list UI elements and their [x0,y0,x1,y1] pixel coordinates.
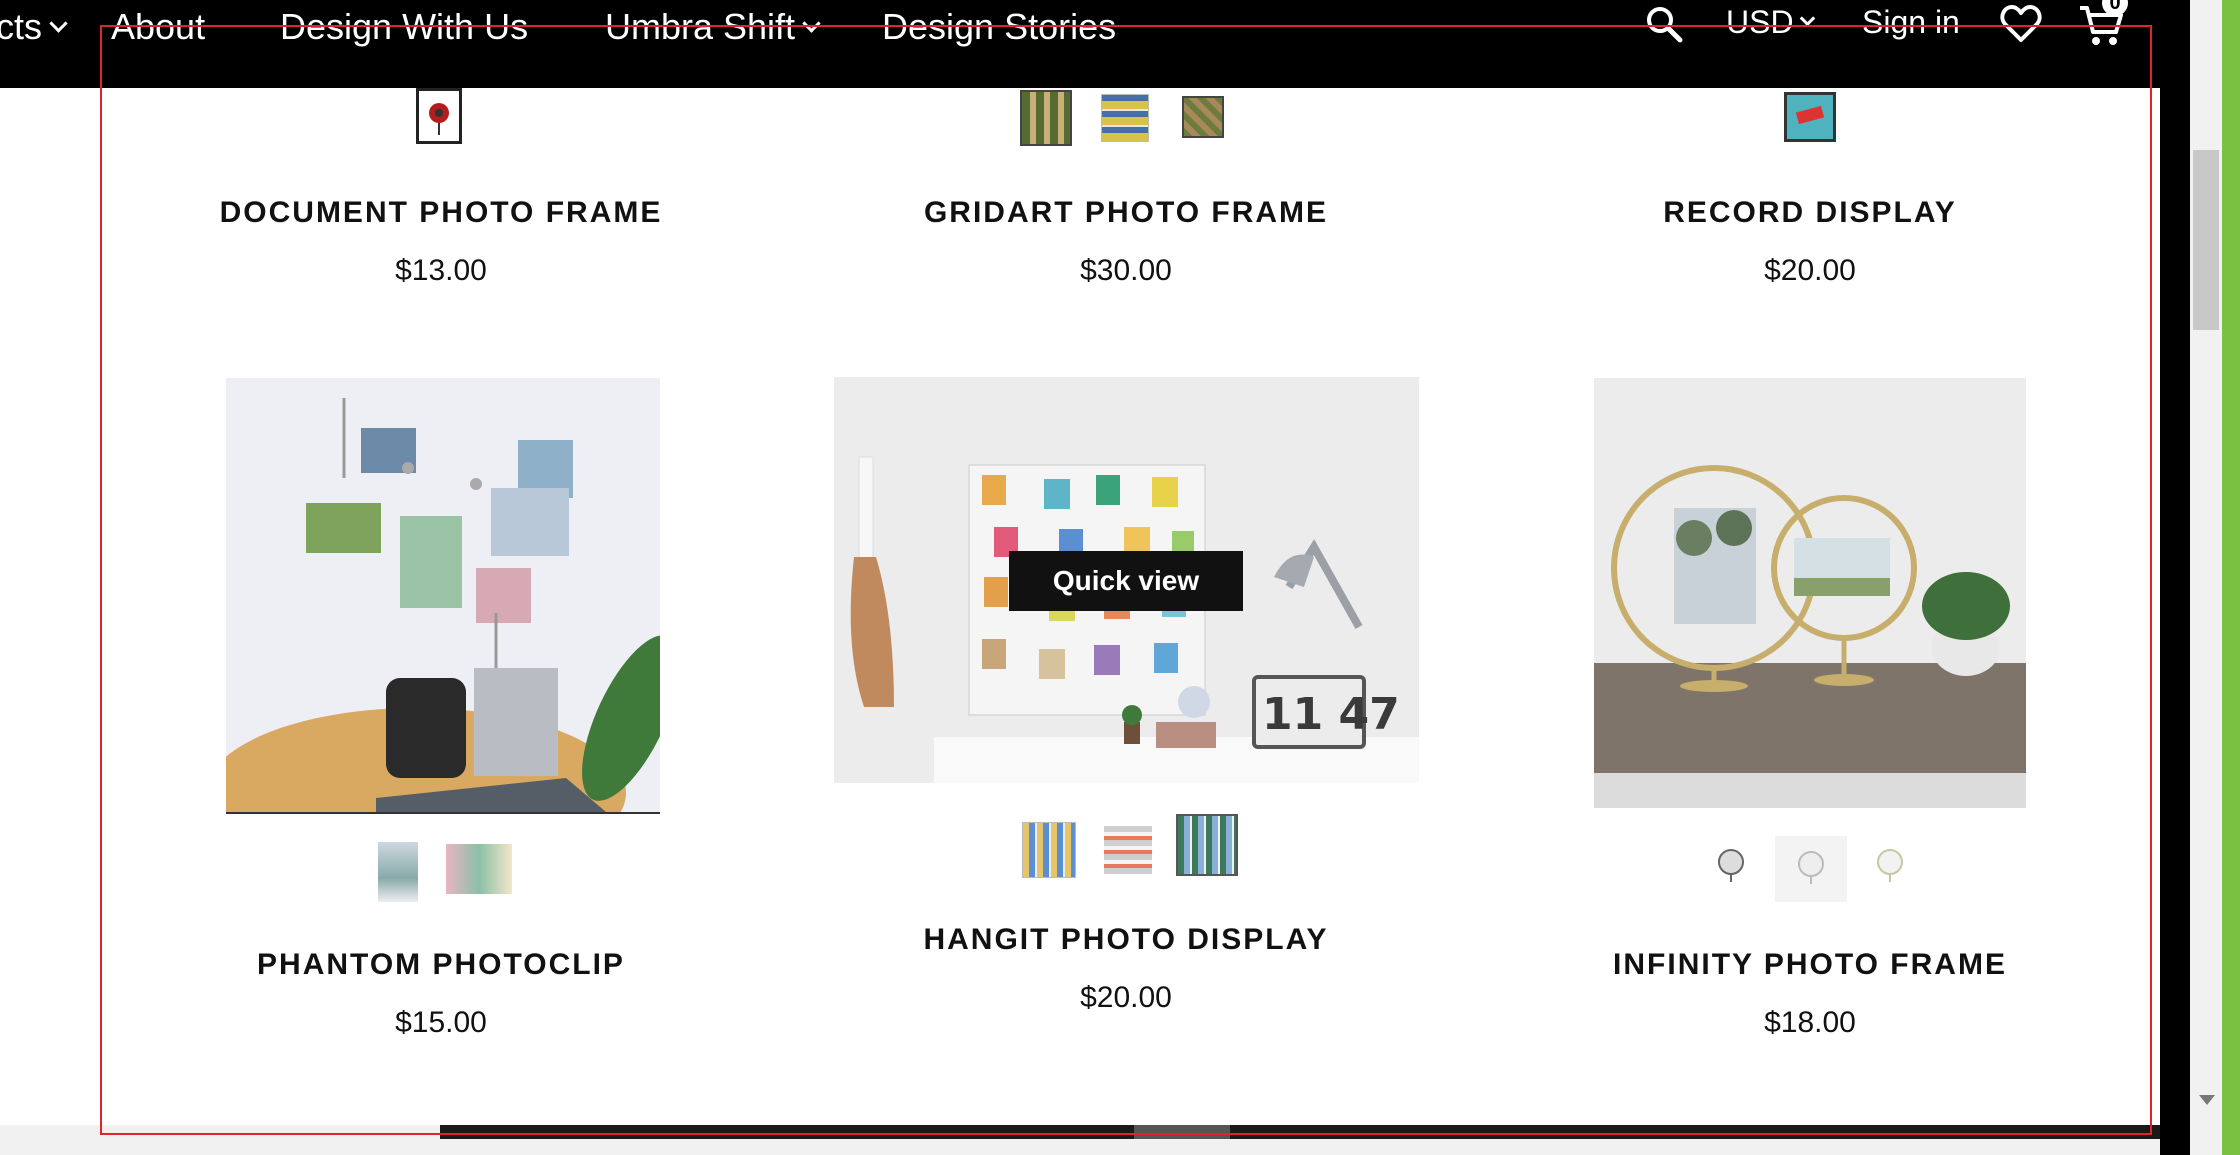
top-navigation: cts About Design With Us Umbra Shift Des… [0,0,2160,88]
nav-item-products[interactable]: cts [0,6,68,48]
window-accent-edge [2222,0,2240,1155]
nav-item-about[interactable]: About [111,6,205,48]
product-title[interactable]: RECORD DISPLAY [1554,196,2066,230]
nav-item-label: Design Stories [882,6,1117,47]
variant-swatch[interactable] [1775,836,1847,902]
product-title[interactable]: GRIDART PHOTO FRAME [870,196,1382,230]
chevron-down-icon [802,13,821,33]
currency-selector[interactable]: USD [1726,4,1815,41]
horizontal-scrollbar-marker [1134,1125,1230,1139]
quick-view-button[interactable]: Quick view [1009,551,1243,611]
product-card-hangit-photo-display[interactable]: HANGIT PHOTO DISPLAY $20.00 [870,919,1382,1029]
variant-swatch[interactable] [1784,92,1836,142]
product-image-infinity-photo-frame[interactable] [1594,378,2026,808]
variant-swatch[interactable] [378,842,418,902]
product-price: $20.00 [1080,981,1172,1014]
window-edge [2160,0,2190,1155]
product-title[interactable]: HANGIT PHOTO DISPLAY [870,923,1382,957]
variant-swatch[interactable] [1176,814,1238,876]
product-title[interactable]: DOCUMENT PHOTO FRAME [185,196,697,230]
product-price: $13.00 [395,254,487,287]
product-card-record-display[interactable]: RECORD DISPLAY $20.00 [1554,192,2066,302]
frame-thumbnail-icon [429,103,449,135]
nav-item-label: About [111,6,206,47]
nav-item-design-stories[interactable]: Design Stories [882,6,1116,48]
frame-thumbnail-icon [1798,851,1824,884]
product-card-infinity-photo-frame[interactable]: INFINITY PHOTO FRAME $18.00 [1554,944,2066,1054]
product-card-gridart-photo-frame[interactable]: GRIDART PHOTO FRAME $30.00 [870,192,1382,302]
variant-swatch[interactable] [1182,96,1224,138]
variant-swatch[interactable] [446,844,512,894]
vertical-scrollbar-thumb[interactable] [2193,150,2219,330]
search-icon[interactable] [1644,4,1684,49]
chevron-down-icon [1799,10,1815,27]
currency-label: USD [1726,4,1794,40]
record-thumbnail-icon [1795,105,1825,125]
sign-in-label: Sign in [1862,4,1960,40]
product-price: $20.00 [1764,254,1856,287]
clock-readout: 11 47 [1262,689,1400,740]
frame-thumbnail-icon [1718,849,1744,882]
product-price: $15.00 [395,1006,487,1039]
nav-item-umbra-shift[interactable]: Umbra Shift [605,6,821,48]
variant-swatch[interactable] [1022,822,1076,878]
variant-swatch[interactable] [1715,846,1747,886]
product-price: $30.00 [1080,254,1172,287]
horizontal-scrollbar-thumb[interactable] [440,1125,2160,1139]
nav-item-label: Design With Us [280,6,529,47]
nav-item-label: Umbra Shift [605,6,796,47]
scroll-down-arrow-icon[interactable] [2199,1095,2215,1105]
nav-item-label: cts [0,6,43,47]
nav-item-design-with-us[interactable]: Design With Us [280,6,528,48]
sign-in-link[interactable]: Sign in [1862,4,1960,41]
variant-swatch[interactable] [416,88,462,144]
product-title[interactable]: PHANTOM PHOTOCLIP [185,948,697,982]
variant-swatch[interactable] [1020,90,1072,146]
frame-thumbnail-icon [1877,849,1903,882]
heart-icon[interactable] [2000,4,2042,49]
variant-swatch[interactable] [1101,94,1149,142]
product-title[interactable]: INFINITY PHOTO FRAME [1554,948,2066,982]
product-price: $18.00 [1764,1006,1856,1039]
chevron-down-icon [49,13,68,33]
variant-swatch[interactable] [1104,826,1152,874]
variant-swatch[interactable] [1874,846,1906,886]
product-card-document-photo-frame[interactable]: DOCUMENT PHOTO FRAME $13.00 [185,192,697,302]
product-card-phantom-photoclip[interactable]: PHANTOM PHOTOCLIP $15.00 [185,944,697,1054]
product-image-phantom-photoclip[interactable] [226,378,660,814]
